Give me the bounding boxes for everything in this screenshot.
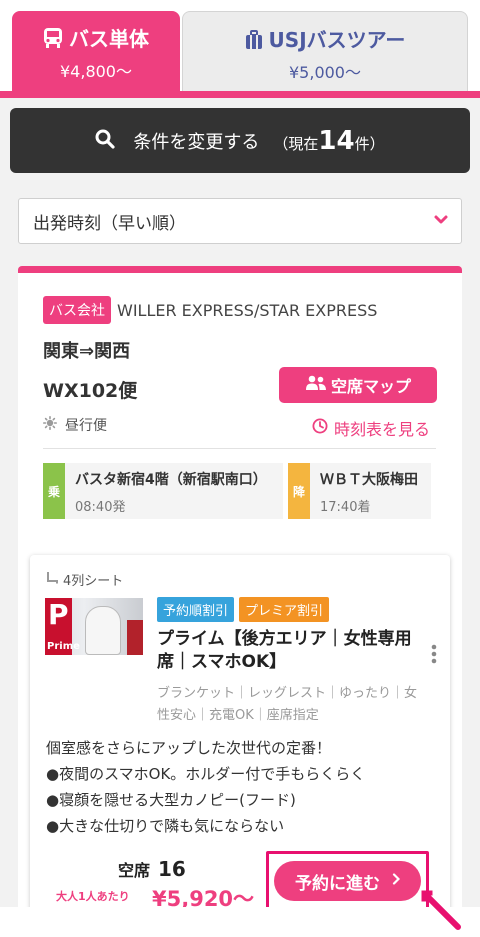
per-person-label: 大人1人あたり bbox=[56, 890, 130, 903]
tab-bus-only[interactable]: バス単体 ¥4,800～ bbox=[12, 11, 180, 93]
tab-usj-tour[interactable]: USJバスツアー ¥5,000～ bbox=[182, 11, 468, 93]
boarding-stop: 乗 バスタ新宿4階（新宿駅南口） 08:40発 bbox=[43, 463, 283, 519]
timetable-link[interactable]: 時刻表を見る bbox=[312, 416, 430, 440]
plan-title: プライム【後方エリア｜女性専用席｜スマホOK】 bbox=[157, 629, 412, 672]
route: 関東⇒関西 bbox=[43, 341, 131, 362]
seat-thumbnail: P Prime bbox=[45, 598, 143, 655]
prime-logo-letter: P bbox=[48, 598, 69, 631]
plan-description: 個室感をさらにアップした次世代の定番！ ●夜間のスマホOK。ホルダー付で手もらく… bbox=[46, 735, 365, 839]
seat-type-label: 4列シート bbox=[63, 574, 124, 589]
suitcase-icon bbox=[245, 30, 263, 55]
alighting-stop: 降 ＷＢＴ大阪梅田 17:40着 bbox=[288, 463, 431, 519]
tab-usj-tour-label: USJバスツアー bbox=[268, 28, 406, 52]
service-type-label: 昼行便 bbox=[65, 418, 107, 434]
result-count-suffix: 件） bbox=[354, 134, 385, 153]
company-name: WILLER EXPRESS/STAR EXPRESS bbox=[117, 300, 378, 320]
reserve-label: 予約に進む bbox=[295, 873, 380, 894]
description-line: ●寝顔を隠せる大型カノピー(フード) bbox=[46, 791, 296, 809]
prime-logo-word: Prime bbox=[47, 641, 80, 652]
discount-badge-early: 予約順割引 bbox=[157, 597, 235, 622]
discount-badge-premier: プレミア割引 bbox=[239, 597, 330, 622]
bus-result-card: バス会社 WILLER EXPRESS/STAR EXPRESS 関東⇒関西 W… bbox=[18, 266, 462, 937]
amenities-list: ブランケット｜レッグレスト｜ゆったり｜女性安心｜充電OK｜座席指定 bbox=[157, 686, 418, 723]
reserve-button[interactable]: 予約に進む bbox=[274, 861, 421, 901]
seat-icon bbox=[46, 571, 63, 588]
bus-number: WX102便 bbox=[43, 380, 138, 402]
chevron-down-icon bbox=[433, 212, 449, 233]
vacancy-count: 16 bbox=[158, 857, 186, 881]
bottom-bar bbox=[0, 907, 480, 937]
description-line: 個室感をさらにアップした次世代の定番！ bbox=[46, 739, 332, 757]
company-row: バス会社 WILLER EXPRESS/STAR EXPRESS bbox=[43, 296, 377, 324]
discount-badges: 予約順割引 プレミア割引 bbox=[157, 597, 334, 622]
tab-bus-only-label: バス単体 bbox=[69, 27, 149, 51]
alighting-tag: 降 bbox=[288, 463, 310, 519]
vacancy-label: 空席 bbox=[118, 861, 151, 880]
vacancy: 空席 16 bbox=[118, 857, 186, 881]
tab-bus-only-price: ¥4,800～ bbox=[60, 62, 132, 81]
boarding-tag: 乗 bbox=[43, 463, 65, 519]
seat-map-button[interactable]: 空席マップ bbox=[279, 367, 437, 403]
departure-time: 08:40発 bbox=[75, 500, 126, 515]
sort-select[interactable]: 出発時刻（早い順） bbox=[18, 198, 462, 244]
result-count-text: （現在14件） bbox=[273, 126, 384, 156]
seat-type: 4列シート bbox=[46, 570, 123, 589]
plan-type-tabs: バス単体 ¥4,800～ USJバスツアー ¥5,000～ bbox=[0, 0, 480, 98]
timetable-label: 時刻表を見る bbox=[334, 420, 431, 439]
tab-usj-tour-price: ¥5,000～ bbox=[289, 63, 361, 82]
search-icon bbox=[95, 129, 115, 153]
seat-map-label: 空席マップ bbox=[330, 377, 411, 396]
clock-icon bbox=[312, 418, 334, 438]
seat-plan-card: 4列シート P Prime 予約順割引 プレミア割引 プライム【後方エリア｜女性… bbox=[30, 555, 450, 937]
service-type: 昼行便 bbox=[43, 415, 107, 435]
pointer-arrow-icon bbox=[420, 890, 464, 937]
boarding-stop-name: バスタ新宿4階（新宿駅南口） bbox=[75, 472, 267, 488]
bus-icon bbox=[43, 27, 63, 54]
sun-icon bbox=[43, 416, 65, 434]
arrival-time: 17:40着 bbox=[320, 500, 371, 515]
more-options-icon[interactable] bbox=[431, 644, 437, 668]
change-conditions-button[interactable]: 条件を変更する （現在14件） bbox=[10, 108, 470, 173]
divider bbox=[43, 448, 436, 449]
description-line: ●大きな仕切りで隣も気にならない bbox=[46, 817, 285, 835]
reserve-highlight: 予約に進む bbox=[266, 851, 429, 911]
alighting-stop-name: ＷＢＴ大阪梅田 bbox=[320, 472, 418, 488]
result-count-prefix: （現在 bbox=[273, 134, 319, 153]
tab-underline bbox=[0, 91, 480, 98]
sort-selected-value: 出発時刻（早い順） bbox=[33, 213, 186, 234]
description-line: ●夜間のスマホOK。ホルダー付で手もらくらく bbox=[46, 765, 366, 783]
change-conditions-label: 条件を変更する bbox=[133, 131, 260, 153]
company-badge: バス会社 bbox=[43, 296, 111, 324]
result-count: 14 bbox=[318, 125, 355, 156]
users-icon bbox=[305, 375, 331, 395]
chevron-right-icon bbox=[392, 873, 401, 889]
